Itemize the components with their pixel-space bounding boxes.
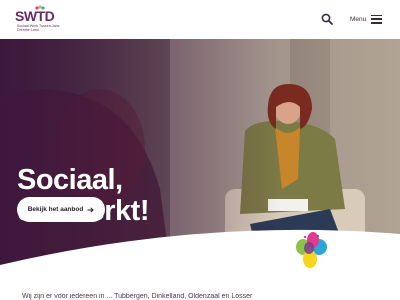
view-offer-button[interactable]: Bekijk het aanbod xyxy=(17,197,105,222)
menu-label: Menu xyxy=(350,15,367,23)
hero-bottom-wave xyxy=(0,229,400,300)
menu-button[interactable]: Menu xyxy=(350,12,383,26)
hero-title-line-1: Sociaal, xyxy=(17,164,123,196)
arrow-right-icon xyxy=(87,206,95,213)
intro-teaser-text: Wij zijn er voor iedereen in ... Tubberg… xyxy=(22,293,253,300)
intro-teaser: Wij zijn er voor iedereen in ... Tubberg… xyxy=(22,293,382,300)
logo-subtitle: Sociaal Werk Tussen-Jans Drenthe Land xyxy=(17,24,60,33)
petal-logo xyxy=(296,232,327,268)
logo-text: SWTD xyxy=(15,8,55,24)
view-offer-label: Bekijk het aanbod xyxy=(27,206,84,213)
site-header: SWTD Sociaal Werk Tussen-Jans Drenthe La… xyxy=(0,0,400,39)
logo[interactable]: SWTD Sociaal Werk Tussen-Jans Drenthe La… xyxy=(15,5,60,36)
search-icon[interactable] xyxy=(321,13,333,25)
hamburger-icon xyxy=(371,14,383,24)
